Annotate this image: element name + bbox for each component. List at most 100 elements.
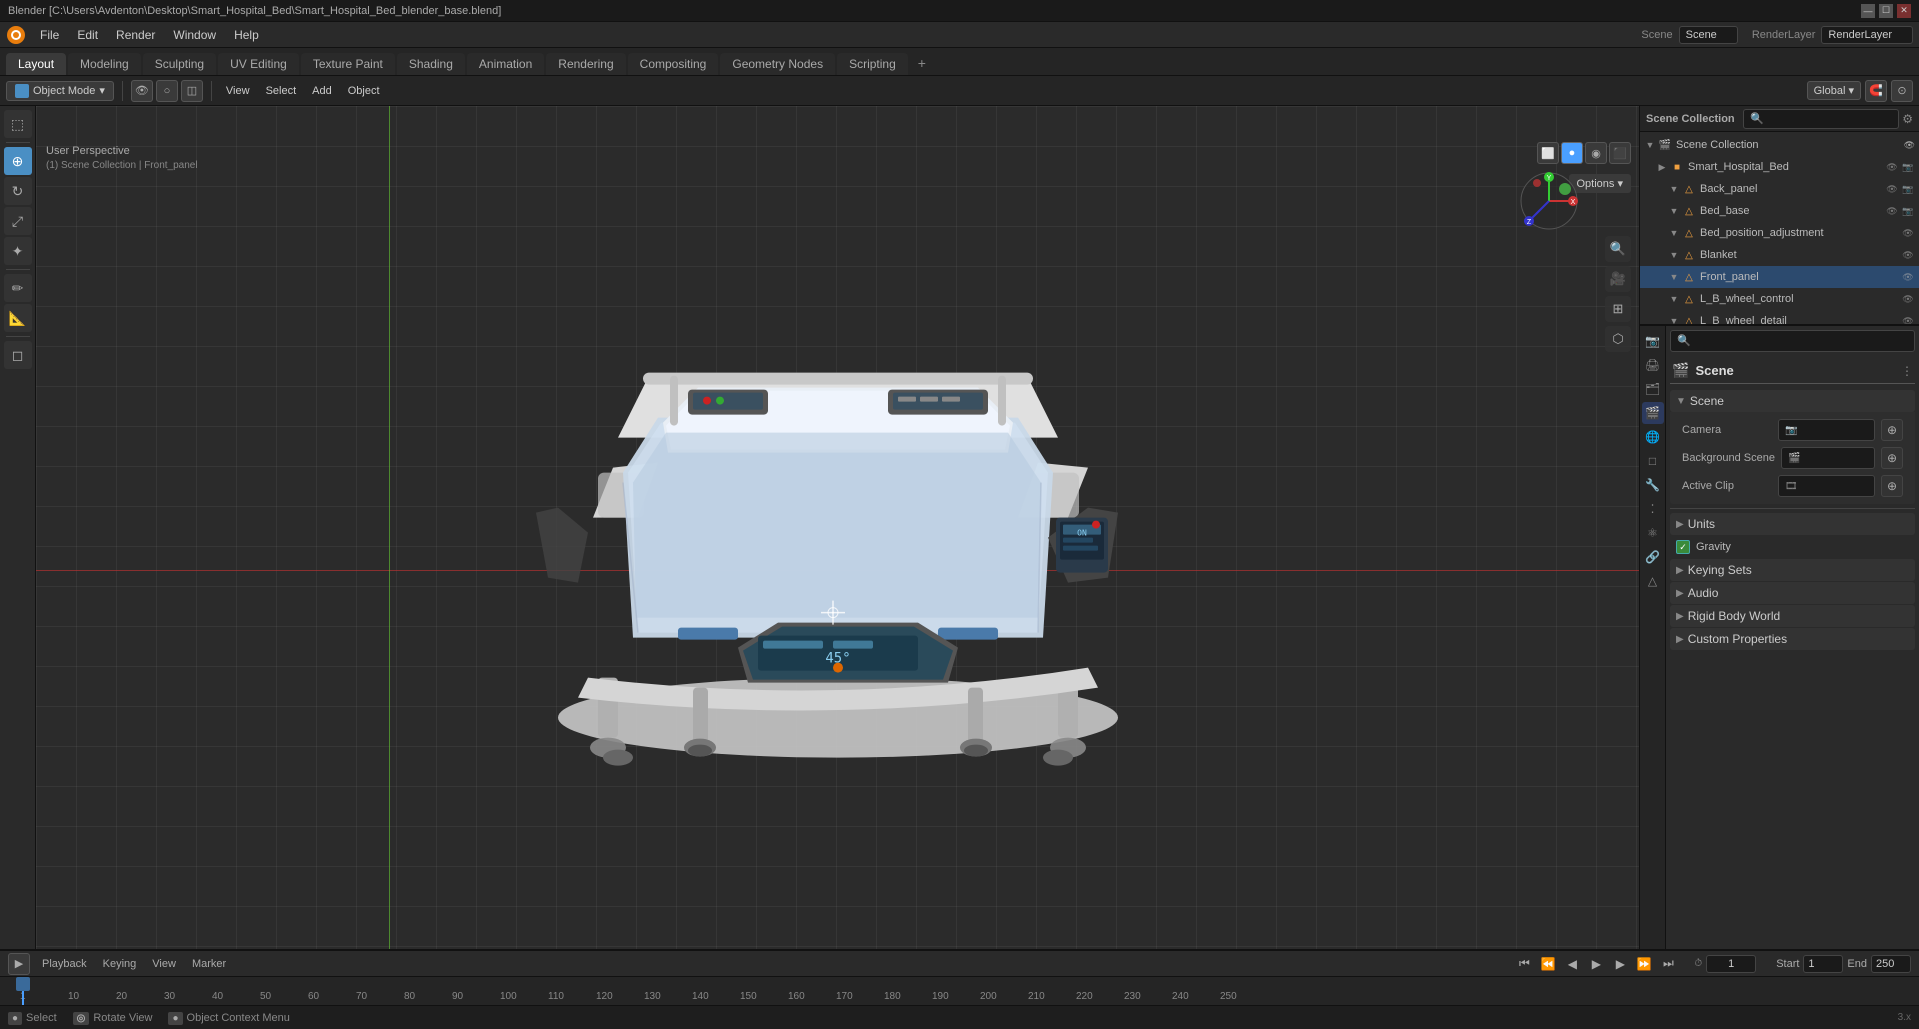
prev-keyframe-btn[interactable]: ⏪ <box>1538 954 1558 974</box>
play-btn[interactable]: ▶ <box>1586 954 1606 974</box>
minimize-button[interactable]: — <box>1861 4 1875 18</box>
render-layer-dropdown[interactable]: RenderLayer <box>1821 26 1913 44</box>
add-workspace-button[interactable]: + <box>910 51 934 75</box>
tab-texture-paint[interactable]: Texture Paint <box>301 53 395 75</box>
outliner-item-smart-hospital-bed[interactable]: ▶ ■ Smart_Hospital_Bed 👁 📷 <box>1640 156 1919 178</box>
current-frame-input[interactable] <box>1706 955 1756 973</box>
menu-file[interactable]: File <box>32 26 67 44</box>
tab-layout[interactable]: Layout <box>6 53 66 75</box>
vis-eye-icon[interactable]: 👁 <box>1885 160 1899 174</box>
outliner-item-blanket[interactable]: ▼ △ Blanket 👁 <box>1640 244 1919 266</box>
tab-uv-editing[interactable]: UV Editing <box>218 53 299 75</box>
maximize-button[interactable]: ☐ <box>1879 4 1893 18</box>
constraints-btn[interactable]: 🔗 <box>1642 546 1664 568</box>
rendered-mode-btn[interactable]: ⬛ <box>1609 142 1631 164</box>
tab-rendering[interactable]: Rendering <box>546 53 625 75</box>
timeline-ruler[interactable]: 1 10 20 30 40 50 60 70 80 90 100 110 120… <box>0 977 1919 1005</box>
blender-logo[interactable] <box>6 25 26 45</box>
bg-scene-btn[interactable]: ⊕ <box>1881 447 1903 469</box>
custom-props-header[interactable]: ▶ Custom Properties <box>1670 628 1915 650</box>
transform-orientation[interactable]: Global ▾ <box>1807 81 1861 100</box>
next-frame-btn[interactable]: ▶ <box>1610 954 1630 974</box>
view-layer-btn[interactable]: 🗂 <box>1642 378 1664 400</box>
tool-scale[interactable]: ⤢ <box>4 207 32 235</box>
timeline-scrubber[interactable] <box>16 977 30 991</box>
visibility-eye[interactable]: 👁 <box>1904 140 1915 151</box>
outliner-item-scene-collection[interactable]: ▼ 🎬 Scene Collection 👁 <box>1640 134 1919 156</box>
audio-header[interactable]: ▶ Audio <box>1670 582 1915 604</box>
end-frame-input[interactable] <box>1871 955 1911 973</box>
tool-transform[interactable]: ✦ <box>4 237 32 265</box>
outliner-item-front-panel[interactable]: ▼ △ Front_panel 👁 <box>1640 266 1919 288</box>
outliner-item-bed-base[interactable]: ▼ △ Bed_base 👁 📷 <box>1640 200 1919 222</box>
outliner-item-bed-pos-adj[interactable]: ▼ △ Bed_position_adjustment 👁 <box>1640 222 1919 244</box>
render-props-btn[interactable]: 📷 <box>1642 330 1664 352</box>
eye-icon[interactable]: 👁 <box>1885 182 1899 196</box>
units-collapse-header[interactable]: ▶ Units <box>1670 513 1915 535</box>
scene-options-btn[interactable]: ⋮ <box>1901 364 1913 378</box>
jump-end-btn[interactable]: ⏭ <box>1658 954 1678 974</box>
tool-rotate[interactable]: ↻ <box>4 177 32 205</box>
clip-select-btn[interactable]: ⊕ <box>1881 475 1903 497</box>
scene-collapse-header[interactable]: ▼ Scene <box>1670 390 1915 412</box>
render-icon[interactable]: 📷 <box>1901 160 1915 174</box>
render-preview-btn[interactable]: ⬡ <box>1605 326 1631 352</box>
view-menu-timeline[interactable]: View <box>148 956 180 972</box>
tab-geometry-nodes[interactable]: Geometry Nodes <box>720 53 835 75</box>
select-menu[interactable]: Select <box>260 83 303 99</box>
modifiers-btn[interactable]: 🔧 <box>1642 474 1664 496</box>
camera-btn[interactable]: 🎥 <box>1605 266 1631 292</box>
material-preview-btn[interactable]: ◉ <box>1585 142 1607 164</box>
tool-add-cube[interactable]: ◻ <box>4 341 32 369</box>
navigation-gizmo[interactable]: X Y Z <box>1519 171 1579 231</box>
marker-menu[interactable]: Marker <box>188 956 230 972</box>
props-search-input[interactable] <box>1670 330 1915 352</box>
tab-compositing[interactable]: Compositing <box>628 53 719 75</box>
menu-render[interactable]: Render <box>108 26 163 44</box>
tool-annotate[interactable]: ✏ <box>4 274 32 302</box>
physics-btn[interactable]: ⚛ <box>1642 522 1664 544</box>
menu-window[interactable]: Window <box>165 26 224 44</box>
keying-sets-header[interactable]: ▶ Keying Sets <box>1670 559 1915 581</box>
close-button[interactable]: ✕ <box>1897 4 1911 18</box>
outliner-item-lb-wheel-detail[interactable]: ▼ △ L_B_wheel_detail 👁 <box>1640 310 1919 324</box>
snap-button[interactable]: 🧲 <box>1865 80 1887 102</box>
world-props-btn[interactable]: 🌐 <box>1642 426 1664 448</box>
solid-mode-btn[interactable]: ● <box>1561 142 1583 164</box>
scene-props-btn[interactable]: 🎬 <box>1642 402 1664 424</box>
view-menu[interactable]: View <box>220 83 256 99</box>
menu-help[interactable]: Help <box>226 26 267 44</box>
next-keyframe-btn[interactable]: ⏩ <box>1634 954 1654 974</box>
viewport[interactable]: 45° ON <box>36 106 1639 949</box>
tool-move[interactable]: ⊕ <box>4 147 32 175</box>
keying-menu[interactable]: Keying <box>99 956 141 972</box>
tab-scripting[interactable]: Scripting <box>837 53 908 75</box>
object-menu[interactable]: Object <box>342 83 386 99</box>
mode-dropdown[interactable]: Object Mode ▾ <box>6 81 114 101</box>
outliner-search-input[interactable] <box>1743 109 1899 129</box>
viewport-show-hide-btn[interactable]: 👁 <box>131 80 153 102</box>
tool-select[interactable]: ⬚ <box>4 110 32 138</box>
proportional-edit-btn[interactable]: ⊙ <box>1891 80 1913 102</box>
camera-select-btn[interactable]: ⊕ <box>1881 419 1903 441</box>
outliner-item-back-panel[interactable]: ▼ △ Back_panel 👁 📷 <box>1640 178 1919 200</box>
object-props-btn[interactable]: □ <box>1642 450 1664 472</box>
playback-menu[interactable]: Playback <box>38 956 91 972</box>
particles-btn[interactable]: ⁚ <box>1642 498 1664 520</box>
tab-shading[interactable]: Shading <box>397 53 465 75</box>
tab-sculpting[interactable]: Sculpting <box>143 53 216 75</box>
wireframe-mode-btn[interactable]: ⬜ <box>1537 142 1559 164</box>
jump-start-btn[interactable]: ⏮ <box>1514 954 1534 974</box>
gravity-checkbox[interactable]: ✓ <box>1676 540 1690 554</box>
output-props-btn[interactable]: 🖨 <box>1642 354 1664 376</box>
prev-frame-btn[interactable]: ◀ <box>1562 954 1582 974</box>
rigid-body-header[interactable]: ▶ Rigid Body World <box>1670 605 1915 627</box>
tab-animation[interactable]: Animation <box>467 53 544 75</box>
tool-measure[interactable]: 📐 <box>4 304 32 332</box>
start-frame-input[interactable] <box>1803 955 1843 973</box>
timeline-mode-btn[interactable]: ▶ <box>8 953 30 975</box>
outliner-item-lb-wheel-ctrl[interactable]: ▼ △ L_B_wheel_control 👁 <box>1640 288 1919 310</box>
outliner-filter-btn[interactable]: ⚙ <box>1902 109 1913 129</box>
scene-dropdown[interactable]: Scene <box>1679 26 1738 44</box>
render-cam-icon[interactable]: 📷 <box>1901 182 1915 196</box>
